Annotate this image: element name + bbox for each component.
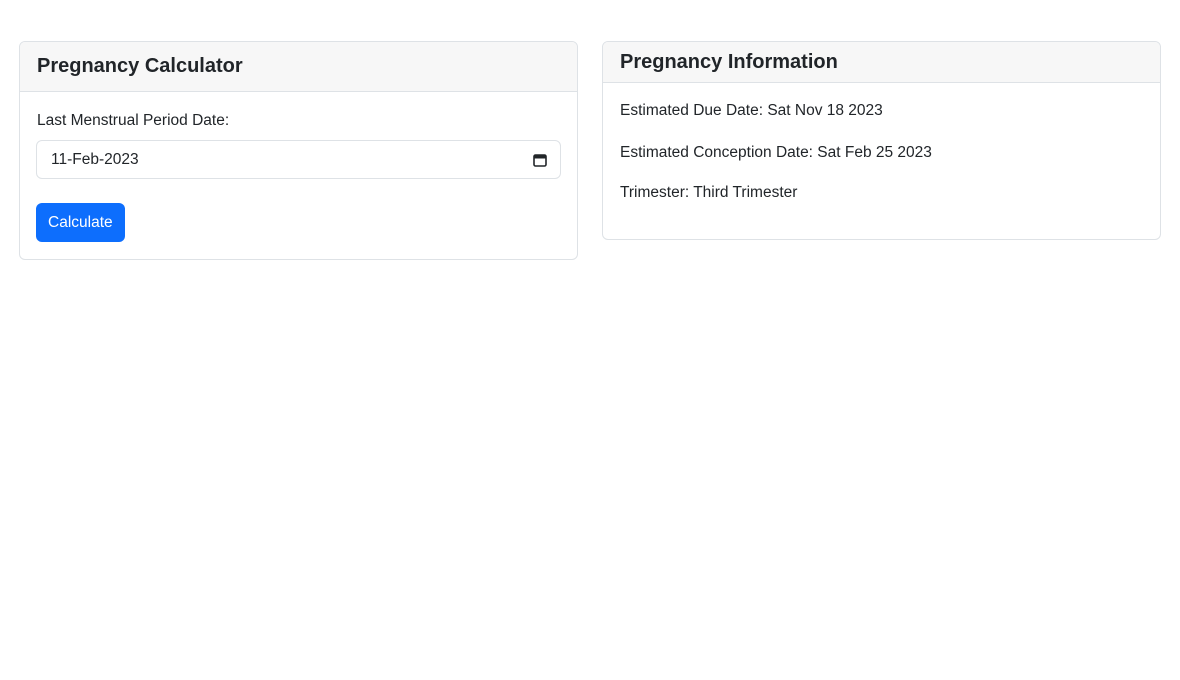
pregnancy-information-card: Pregnancy Information Estimated Due Date…: [602, 41, 1161, 240]
estimated-due-date: Estimated Due Date: Sat Nov 18 2023: [620, 102, 883, 119]
calendar-icon[interactable]: [533, 153, 547, 167]
lmp-date-value: 11-Feb-2023: [51, 150, 139, 168]
lmp-date-input[interactable]: 11-Feb-2023: [36, 140, 561, 179]
pregnancy-calculator-card: Pregnancy Calculator Last Menstrual Peri…: [19, 41, 578, 260]
trimester-status: Trimester: Third Trimester: [620, 184, 798, 201]
calculate-button[interactable]: Calculate: [36, 203, 125, 242]
calculator-card-title: Pregnancy Calculator: [20, 42, 577, 92]
lmp-date-label: Last Menstrual Period Date:: [37, 112, 230, 129]
estimated-conception-date: Estimated Conception Date: Sat Feb 25 20…: [620, 144, 932, 161]
information-card-title: Pregnancy Information: [603, 42, 1160, 83]
